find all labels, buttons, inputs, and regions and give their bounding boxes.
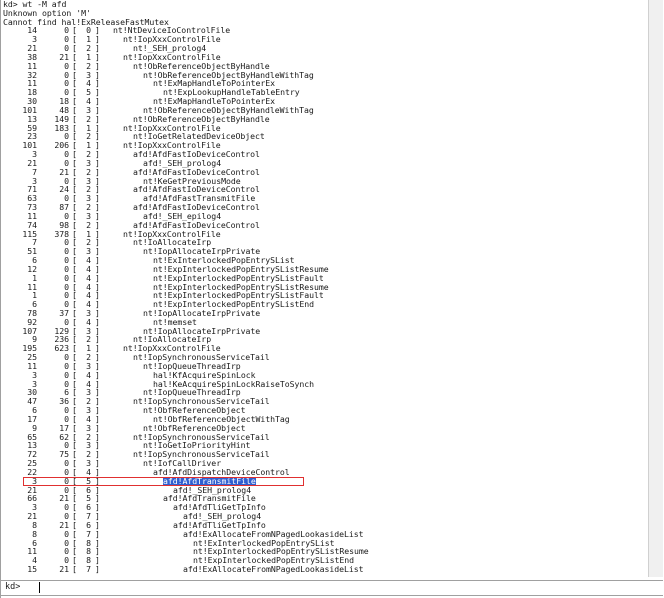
trace-list: 14 0[0] nt!NtDeviceIoControlFile 3 0[1] nt!Io… xyxy=(3,26,648,573)
command-bar: kd> xyxy=(1,580,664,596)
instruction-count: 15 xyxy=(27,564,37,574)
command-input[interactable] xyxy=(39,582,664,593)
function-name: afd!ExAllocateFromNPagedLookasideList xyxy=(183,564,364,574)
output-line-command: kd> wt -M afd xyxy=(3,0,67,9)
child-instruction-count: 21 xyxy=(59,564,69,574)
output-scrollbar[interactable] xyxy=(648,0,663,577)
command-prompt: kd> xyxy=(5,582,21,592)
command-output-pane[interactable]: kd> wt -M afd Unknown option 'M' Cannot … xyxy=(3,0,649,577)
debugger-window: kd> wt -M afd Unknown option 'M' Cannot … xyxy=(0,0,664,598)
call-depth: 7 xyxy=(86,564,91,574)
trace-row: 15 21[7] afd!ExAllocateFromNPagedLookaside… xyxy=(3,565,648,574)
